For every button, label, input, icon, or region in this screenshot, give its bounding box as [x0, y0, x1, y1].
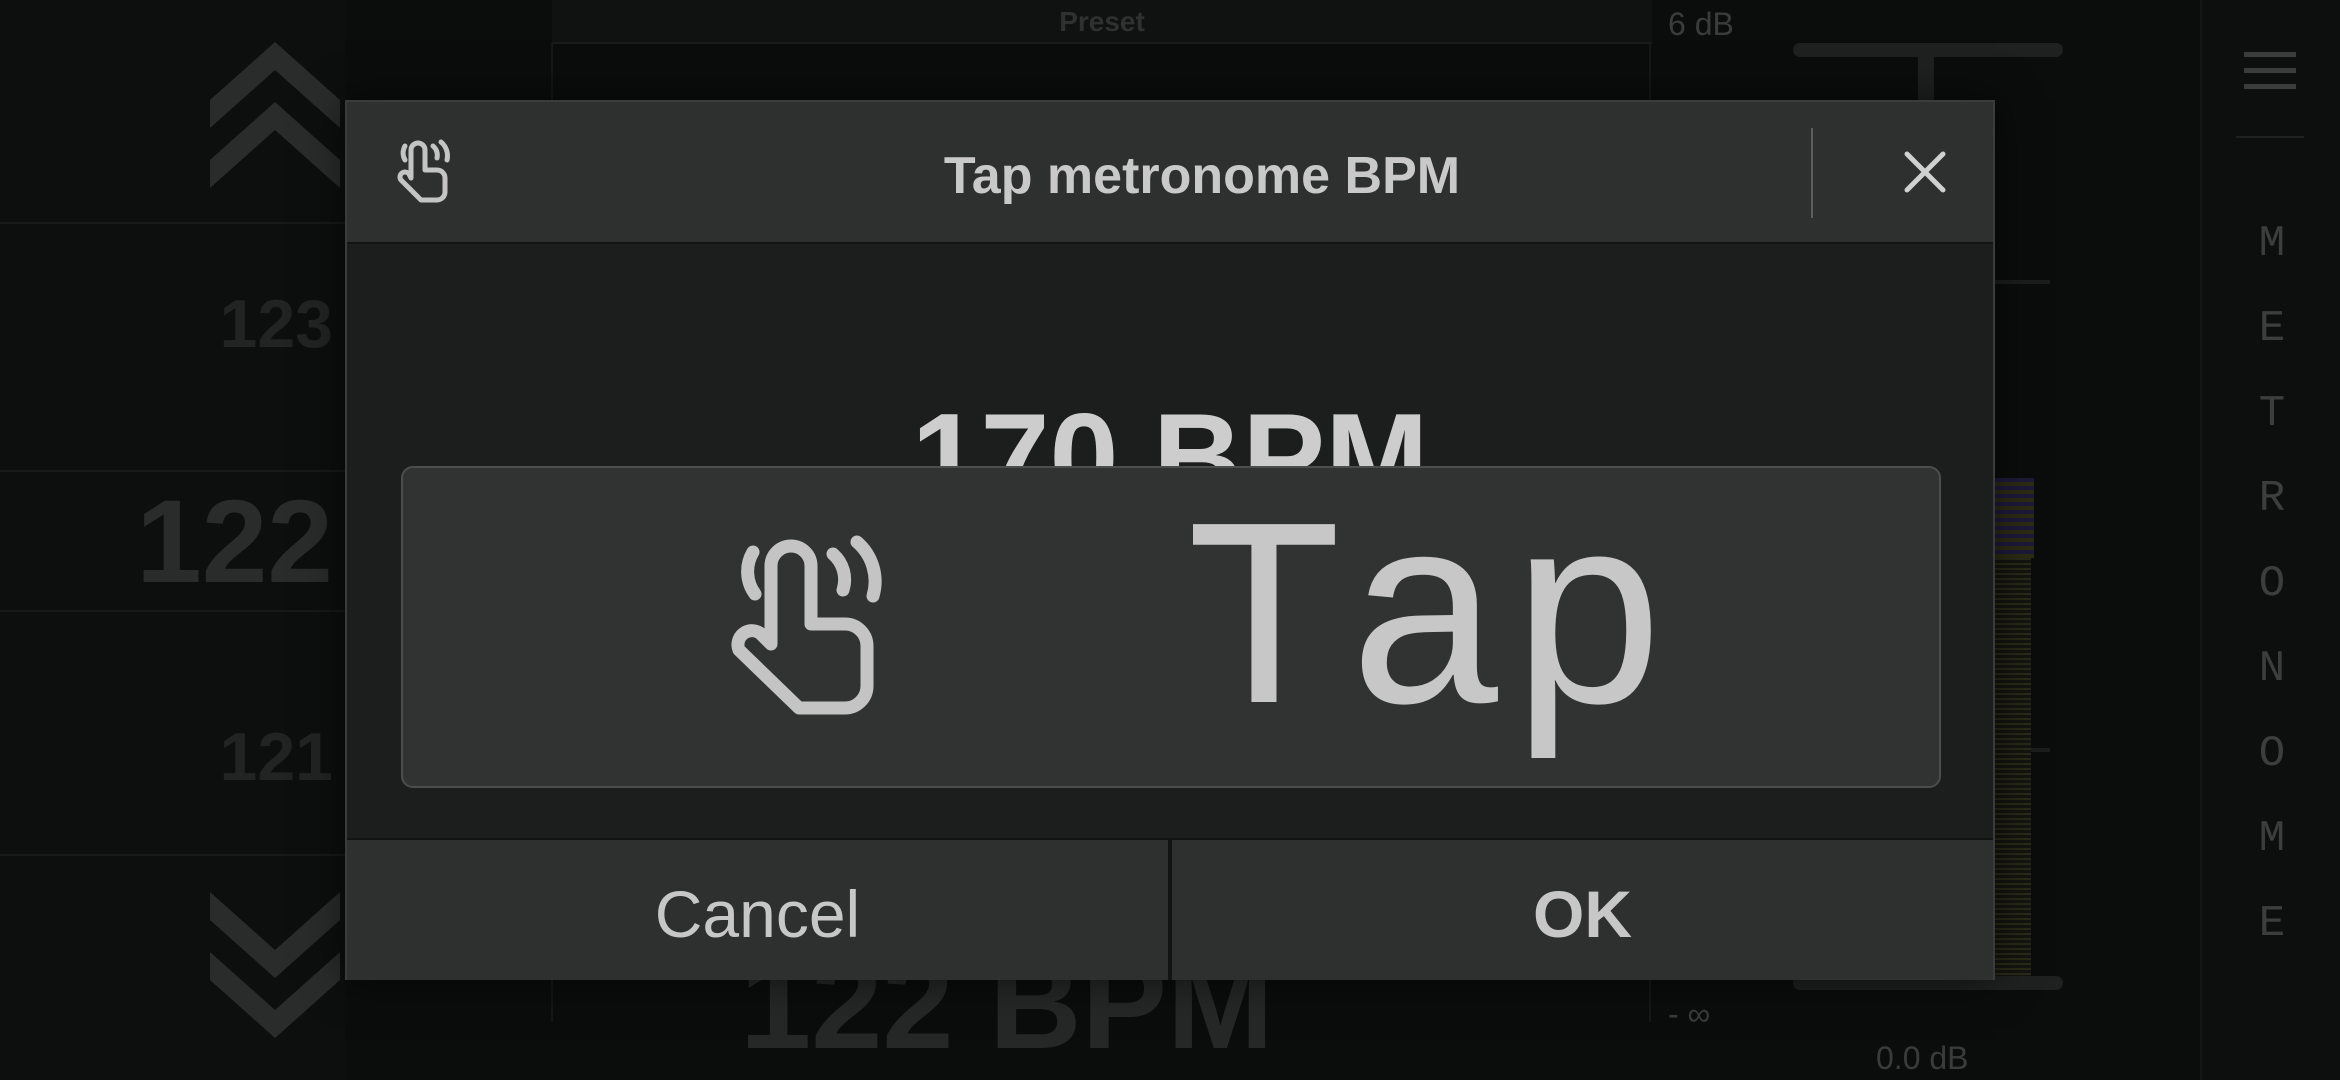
hamburger-menu-icon[interactable]: [2244, 52, 2296, 90]
metronome-tab-label[interactable]: M E T R O N O M E: [2230, 214, 2314, 979]
ok-button[interactable]: OK: [1172, 840, 1993, 980]
app-screen: 123 122 121 Preset 122 BPM 6 dB - ∞ 0.0 …: [0, 0, 2340, 1080]
dialog-title: Tap metronome BPM: [943, 147, 1461, 205]
vertical-letter: E: [2258, 899, 2286, 949]
vertical-letter: M: [2258, 219, 2286, 269]
vertical-letter: M: [2258, 814, 2286, 864]
chevron-double-up-icon[interactable]: [200, 30, 350, 190]
vertical-letter: E: [2258, 304, 2286, 354]
tap-button-label: Tap: [1183, 478, 1670, 784]
divider: [2236, 136, 2304, 138]
dialog-header: Tap metronome BPM: [347, 102, 1993, 244]
cancel-button[interactable]: Cancel: [347, 840, 1168, 980]
vertical-letter: R: [2258, 474, 2286, 524]
dialog-footer: Cancel OK: [347, 838, 1993, 980]
bpm-list-item[interactable]: 123: [0, 222, 345, 470]
preset-selector[interactable]: Preset: [552, 0, 1652, 44]
gain-tick: [1990, 280, 2050, 284]
chevron-double-down-icon[interactable]: [200, 890, 350, 1050]
vertical-letter: O: [2258, 559, 2286, 609]
tap-bpm-dialog: Tap metronome BPM 170 BPM Tap Cancel OK: [345, 100, 1995, 980]
divider: [1811, 128, 1813, 218]
tap-gesture-icon: [731, 535, 882, 715]
gain-value-label: 0.0 dB: [1876, 1040, 1969, 1076]
gain-slider-stem: [1918, 48, 1934, 108]
bpm-list-item[interactable]: 121: [0, 610, 345, 856]
close-icon[interactable]: [1887, 134, 1963, 210]
vertical-letter: T: [2258, 389, 2286, 439]
bpm-list-item-selected[interactable]: 122: [0, 470, 345, 610]
vertical-letter: O: [2258, 729, 2286, 779]
gain-min-label: - ∞: [1668, 996, 1711, 1032]
tap-gesture-icon: [397, 139, 450, 203]
gain-max-label: 6 dB: [1668, 6, 1734, 42]
vertical-letter: N: [2258, 644, 2286, 694]
level-meter-peak: [1990, 478, 2034, 558]
bpm-picker-column: 123 122 121: [0, 0, 345, 1080]
tap-button[interactable]: Tap: [401, 466, 1941, 788]
